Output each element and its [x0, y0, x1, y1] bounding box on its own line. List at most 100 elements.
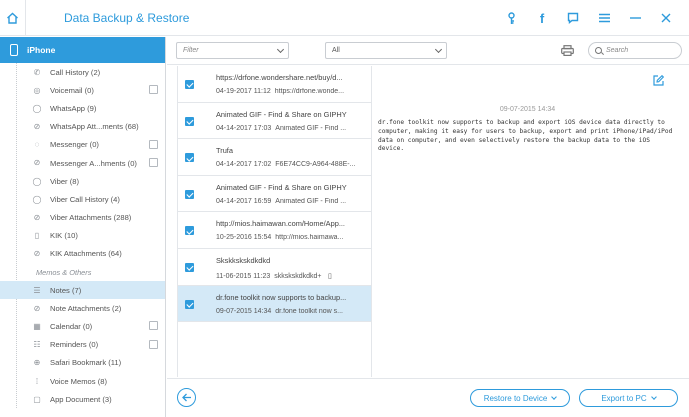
- calendar-icon: ▦: [33, 321, 41, 331]
- list-item[interactable]: Trufa 04-14-2017 17:02 F6E74CC9-A964-488E-…: [178, 139, 371, 176]
- list-item-meta: 04-14-2017 16:59 Animated GIF - Find ...: [216, 198, 368, 205]
- type-select-value: All: [332, 47, 340, 54]
- sidebar-item-checkbox[interactable]: [149, 85, 158, 95]
- list-item-checkbox[interactable]: [185, 116, 194, 126]
- list-item-date: 04-14-2017 16:59: [216, 197, 272, 205]
- type-select[interactable]: All: [325, 42, 447, 59]
- home-button[interactable]: [0, 0, 26, 36]
- sidebar-item[interactable]: ⊘ Messenger A...hments (0): [0, 154, 165, 172]
- facebook-button[interactable]: f: [535, 10, 549, 26]
- list-item-checkbox[interactable]: [185, 226, 194, 236]
- list-item[interactable]: Animated GIF - Find & Share on GIPHY 04-1…: [178, 176, 371, 213]
- sidebar-section-label: Memos & Others: [36, 267, 92, 277]
- export-label: Export to PC: [601, 393, 647, 403]
- sidebar-item-label: KIK Attachments (64): [50, 249, 122, 259]
- phone-icon: [10, 44, 18, 56]
- export-to-pc-button[interactable]: Export to PC: [579, 389, 678, 407]
- list-item[interactable]: https://drfone.wondershare.net/buy/d... 0…: [178, 66, 371, 103]
- bottom-bar: Restore to Device Export to PC: [167, 378, 689, 417]
- list-item-checkbox[interactable]: [185, 153, 194, 163]
- list-item-checkbox[interactable]: [185, 189, 194, 199]
- sidebar: iPhone ✆ Call History (2) ◎ Voicemail (0) ◯ W…: [0, 37, 166, 417]
- sidebar-list: ✆ Call History (2) ◎ Voicemail (0) ◯ WhatsApp…: [0, 63, 165, 409]
- list-item-date: 04-19-2017 11:12: [216, 88, 271, 95]
- sidebar-item[interactable]: ⊘ WhatsApp Att...ments (68): [0, 118, 165, 136]
- close-icon: [661, 13, 671, 23]
- list-item[interactable]: dr.fone toolkit now supports to backup..…: [178, 285, 371, 323]
- list-item-title: Animated GIF - Find & Share on GIPHY: [216, 109, 347, 119]
- list-item-checkbox[interactable]: [185, 262, 194, 272]
- attachment-icon: ⊘: [33, 303, 41, 313]
- device-header[interactable]: iPhone: [0, 37, 165, 63]
- filter-select[interactable]: Filter: [176, 42, 289, 59]
- list-item-meta: 04-14-2017 17:02 F6E74CC9-A964-488E-...: [216, 161, 368, 168]
- key-button[interactable]: [504, 11, 518, 25]
- list-item-checkbox[interactable]: [185, 299, 194, 309]
- sidebar-item[interactable]: ▦ Calendar (0): [0, 317, 165, 335]
- sidebar-item[interactable]: ☷ Reminders (0): [0, 336, 165, 354]
- sidebar-item-checkbox[interactable]: [149, 157, 158, 167]
- sidebar-item-checkbox[interactable]: [149, 321, 158, 331]
- sidebar-items-top: ✆ Call History (2) ◎ Voicemail (0) ◯ WhatsApp…: [0, 63, 165, 263]
- sidebar-item-label: Call History (2): [50, 67, 101, 77]
- list-item-preview: F6E74CC9-A964-488E-...: [275, 161, 356, 169]
- restore-to-device-button[interactable]: Restore to Device: [470, 389, 570, 407]
- list-item-meta: 09-07-2015 14:34 dr.fone toolkit now s...: [216, 308, 368, 315]
- sidebar-item-label: Viber Attachments (288): [50, 213, 132, 223]
- sidebar-item[interactable]: ◎ Voicemail (0): [0, 81, 165, 99]
- list-item-title: https://drfone.wondershare.net/buy/d...: [216, 73, 343, 82]
- list-item[interactable]: Skskkskskdkdkd 11-06-2015 11:23 skkskskdkd…: [178, 249, 371, 286]
- restore-label: Restore to Device: [483, 393, 548, 403]
- minimize-icon: [629, 17, 641, 19]
- list-item-preview: Animated GIF - Find ...: [275, 197, 347, 205]
- app-title: Data Backup & Restore: [64, 10, 190, 25]
- list-item-title: Animated GIF - Find & Share on GIPHY: [216, 182, 347, 192]
- sidebar-item-checkbox[interactable]: [149, 139, 158, 149]
- sidebar-item[interactable]: ⊕ Safari Bookmark (11): [0, 354, 165, 372]
- close-button[interactable]: [659, 11, 673, 25]
- list-item-checkbox[interactable]: [185, 80, 194, 89]
- sidebar-item[interactable]: ⊘ Note Attachments (2): [0, 299, 165, 317]
- sidebar-item[interactable]: ⊘ Viber Attachments (288): [0, 209, 165, 227]
- back-button[interactable]: [177, 388, 196, 407]
- sidebar-item[interactable]: ◯ Viber (8): [0, 172, 165, 190]
- whatsapp-icon: ◯: [32, 103, 42, 113]
- menu-button[interactable]: [597, 11, 611, 25]
- sidebar-item[interactable]: ⊘ KIK Attachments (64): [0, 245, 165, 263]
- list-item-preview: https://drfone.wonde...: [274, 88, 345, 95]
- edit-icon: [653, 74, 665, 86]
- search-input[interactable]: Search: [588, 42, 682, 59]
- list-item-title: http://mios.haimawan.com/Home/App...: [216, 219, 345, 229]
- sidebar-item[interactable]: ▢ App Document (3): [0, 390, 165, 408]
- edit-button[interactable]: [653, 74, 665, 86]
- sidebar-item[interactable]: ✆ Call History (2): [0, 63, 165, 81]
- minimize-button[interactable]: [628, 11, 642, 25]
- sidebar-item-label: Safari Bookmark (11): [50, 358, 122, 368]
- sidebar-item[interactable]: ▯ KIK (10): [0, 227, 165, 245]
- sidebar-item-label: WhatsApp Att...ments (68): [50, 122, 139, 132]
- feedback-button[interactable]: [566, 11, 580, 25]
- sidebar-item[interactable]: ☰ Notes (7): [0, 281, 165, 300]
- list-item[interactable]: http://mios.haimawan.com/Home/App... 10-2…: [178, 212, 371, 249]
- list-item-date: 11-06-2015 11:23: [216, 272, 271, 280]
- sidebar-item-checkbox[interactable]: [149, 339, 158, 349]
- sidebar-item-label: Notes (7): [50, 285, 82, 295]
- sidebar-item[interactable]: ⁞ Voice Memos (8): [0, 372, 165, 390]
- attachment-icon: ⊘: [33, 249, 41, 259]
- viber-icon: ◯: [32, 176, 42, 186]
- list-item-preview: skkskskdkdkd+ﾠ▯: [274, 272, 332, 280]
- title-bar: Data Backup & Restore f: [0, 0, 689, 36]
- facebook-icon: f: [539, 10, 545, 26]
- sidebar-item[interactable]: ◯ Viber Call History (4): [0, 190, 165, 208]
- viber-icon: ◯: [32, 194, 42, 204]
- list-item[interactable]: Animated GIF - Find & Share on GIPHY 04-1…: [178, 103, 371, 140]
- search-icon: [595, 47, 602, 54]
- home-icon: [7, 12, 18, 24]
- note-detail: 09-07-2015 14:34 dr.fone toolkit now sup…: [373, 66, 682, 377]
- sidebar-item[interactable]: ◯ WhatsApp (9): [0, 99, 165, 117]
- sidebar-item-label: Viber Call History (4): [50, 194, 120, 204]
- print-button[interactable]: [561, 45, 574, 57]
- reminders-icon: ☷: [33, 340, 41, 350]
- voicemail-icon: ◎: [33, 85, 41, 95]
- sidebar-item[interactable]: ◌ Messenger (0): [0, 136, 165, 154]
